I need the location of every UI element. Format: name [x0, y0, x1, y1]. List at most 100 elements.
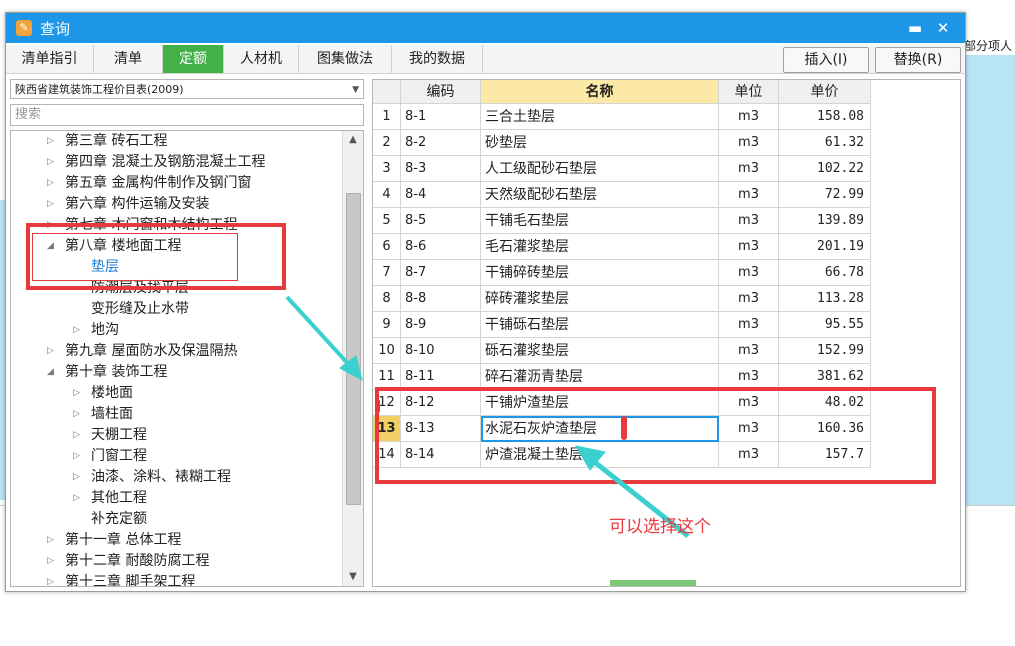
tree-chapter[interactable]: 第九章 屋面防水及保温隔热: [65, 341, 237, 362]
price-cell[interactable]: 66.78: [779, 260, 871, 286]
tab-atlas-method[interactable]: 图集做法: [299, 45, 392, 73]
name-cell[interactable]: 碎砖灌浆垫层: [481, 286, 719, 312]
name-cell[interactable]: 人工级配砂石垫层: [481, 156, 719, 182]
tree-chapter[interactable]: 第六章 构件运输及安装: [65, 194, 209, 215]
tree-expand-icon[interactable]: ▷: [47, 572, 54, 586]
tree-section[interactable]: 补充定额: [91, 509, 147, 530]
row-number[interactable]: 5: [373, 208, 401, 234]
code-cell[interactable]: 8-7: [401, 260, 481, 286]
name-cell[interactable]: 毛石灌浆垫层: [481, 234, 719, 260]
tree-section[interactable]: 其他工程: [91, 488, 147, 509]
tree-expand-icon[interactable]: ▷: [47, 530, 54, 551]
tab-list-guide[interactable]: 清单指引: [6, 45, 94, 73]
tree-chapter[interactable]: 第十三章 脚手架工程: [65, 572, 195, 586]
price-cell[interactable]: 152.99: [779, 338, 871, 364]
tree-scrollbar[interactable]: ▲ ▼: [342, 131, 363, 586]
scroll-thumb[interactable]: [346, 193, 361, 505]
row-number[interactable]: 2: [373, 130, 401, 156]
name-cell[interactable]: 干铺碎砖垫层: [481, 260, 719, 286]
name-cell[interactable]: 砂垫层: [481, 130, 719, 156]
tab-labor-material-machine[interactable]: 人材机: [224, 45, 299, 73]
tree-expand-icon[interactable]: ▷: [73, 425, 80, 446]
close-icon[interactable]: ✕: [932, 17, 954, 39]
code-cell[interactable]: 8-5: [401, 208, 481, 234]
row-number[interactable]: 7: [373, 260, 401, 286]
price-cell[interactable]: 139.89: [779, 208, 871, 234]
tree-expand-icon[interactable]: ▷: [47, 551, 54, 572]
price-cell[interactable]: 72.99: [779, 182, 871, 208]
code-column-header[interactable]: 编码: [401, 80, 481, 104]
tree-expand-icon[interactable]: ▷: [47, 341, 54, 362]
tree-expand-icon[interactable]: ▷: [73, 467, 80, 488]
pane-splitter[interactable]: [610, 580, 696, 586]
price-cell[interactable]: 102.22: [779, 156, 871, 182]
tree-chapter[interactable]: 第十章 装饰工程: [65, 362, 167, 383]
tree-expand-icon[interactable]: ▷: [47, 152, 54, 173]
code-cell[interactable]: 8-3: [401, 156, 481, 182]
scroll-down-icon[interactable]: ▼: [343, 568, 363, 586]
tree-section[interactable]: 墙柱面: [91, 404, 133, 425]
code-cell[interactable]: 8-2: [401, 130, 481, 156]
unit-cell[interactable]: m3: [719, 104, 779, 130]
tree-expand-icon[interactable]: ▷: [73, 383, 80, 404]
tree-chapter[interactable]: 第三章 砖石工程: [65, 131, 167, 152]
tab-bill[interactable]: 清单: [94, 45, 163, 73]
tree-expand-icon[interactable]: ▷: [73, 320, 80, 341]
tree-expand-icon[interactable]: ▷: [47, 173, 54, 194]
tree-section[interactable]: 门窗工程: [91, 446, 147, 467]
tab-my-data[interactable]: 我的数据: [392, 45, 483, 73]
tab-quota[interactable]: 定额: [163, 45, 224, 73]
unit-cell[interactable]: m3: [719, 156, 779, 182]
tree-expand-icon[interactable]: ▷: [47, 194, 54, 215]
code-cell[interactable]: 8-4: [401, 182, 481, 208]
unit-cell[interactable]: m3: [719, 312, 779, 338]
code-cell[interactable]: 8-9: [401, 312, 481, 338]
tree-chapter[interactable]: 第四章 混凝土及钢筋混凝土工程: [65, 152, 265, 173]
unit-column-header[interactable]: 单位: [719, 80, 779, 104]
tree-collapse-icon[interactable]: ◢: [47, 362, 54, 383]
tree-expand-icon[interactable]: ▷: [73, 488, 80, 509]
name-cell[interactable]: 三合土垫层: [481, 104, 719, 130]
row-number[interactable]: 6: [373, 234, 401, 260]
price-cell[interactable]: 201.19: [779, 234, 871, 260]
replace-button[interactable]: 替换(R): [875, 47, 961, 73]
unit-cell[interactable]: m3: [719, 182, 779, 208]
name-cell[interactable]: 干铺毛石垫层: [481, 208, 719, 234]
row-number[interactable]: 3: [373, 156, 401, 182]
unit-cell[interactable]: m3: [719, 130, 779, 156]
unit-cell[interactable]: m3: [719, 208, 779, 234]
tree-chapter[interactable]: 第五章 金属构件制作及钢门窗: [65, 173, 251, 194]
code-cell[interactable]: 8-10: [401, 338, 481, 364]
code-cell[interactable]: 8-6: [401, 234, 481, 260]
tree-section[interactable]: 油漆、涂料、裱糊工程: [91, 467, 231, 488]
row-number[interactable]: 10: [373, 338, 401, 364]
tree-expand-icon[interactable]: ▷: [47, 131, 54, 152]
tree-chapter[interactable]: 第十二章 耐酸防腐工程: [65, 551, 209, 572]
unit-cell[interactable]: m3: [719, 286, 779, 312]
insert-button[interactable]: 插入(I): [783, 47, 869, 73]
tree-section[interactable]: 楼地面: [91, 383, 133, 404]
minimize-icon[interactable]: ▬: [904, 17, 926, 39]
name-cell[interactable]: 砾石灌浆垫层: [481, 338, 719, 364]
name-cell[interactable]: 干铺砾石垫层: [481, 312, 719, 338]
price-column-header[interactable]: 单价: [779, 80, 871, 104]
code-cell[interactable]: 8-8: [401, 286, 481, 312]
search-input[interactable]: 搜索: [10, 104, 364, 126]
code-cell[interactable]: 8-1: [401, 104, 481, 130]
unit-cell[interactable]: m3: [719, 260, 779, 286]
tree-expand-icon[interactable]: ▷: [73, 404, 80, 425]
title-bar[interactable]: ✎ 查询 ▬ ✕: [6, 13, 965, 43]
unit-cell[interactable]: m3: [719, 338, 779, 364]
price-cell[interactable]: 158.08: [779, 104, 871, 130]
chevron-down-icon[interactable]: ▼: [352, 80, 359, 100]
tree-chapter[interactable]: 第十一章 总体工程: [65, 530, 181, 551]
row-number[interactable]: 4: [373, 182, 401, 208]
row-number[interactable]: 1: [373, 104, 401, 130]
name-column-header[interactable]: 名称: [481, 80, 719, 104]
price-cell[interactable]: 95.55: [779, 312, 871, 338]
price-cell[interactable]: 61.32: [779, 130, 871, 156]
name-cell[interactable]: 天然级配砂石垫层: [481, 182, 719, 208]
row-number[interactable]: 8: [373, 286, 401, 312]
tree-expand-icon[interactable]: ▷: [73, 446, 80, 467]
tree-section[interactable]: 地沟: [91, 320, 119, 341]
